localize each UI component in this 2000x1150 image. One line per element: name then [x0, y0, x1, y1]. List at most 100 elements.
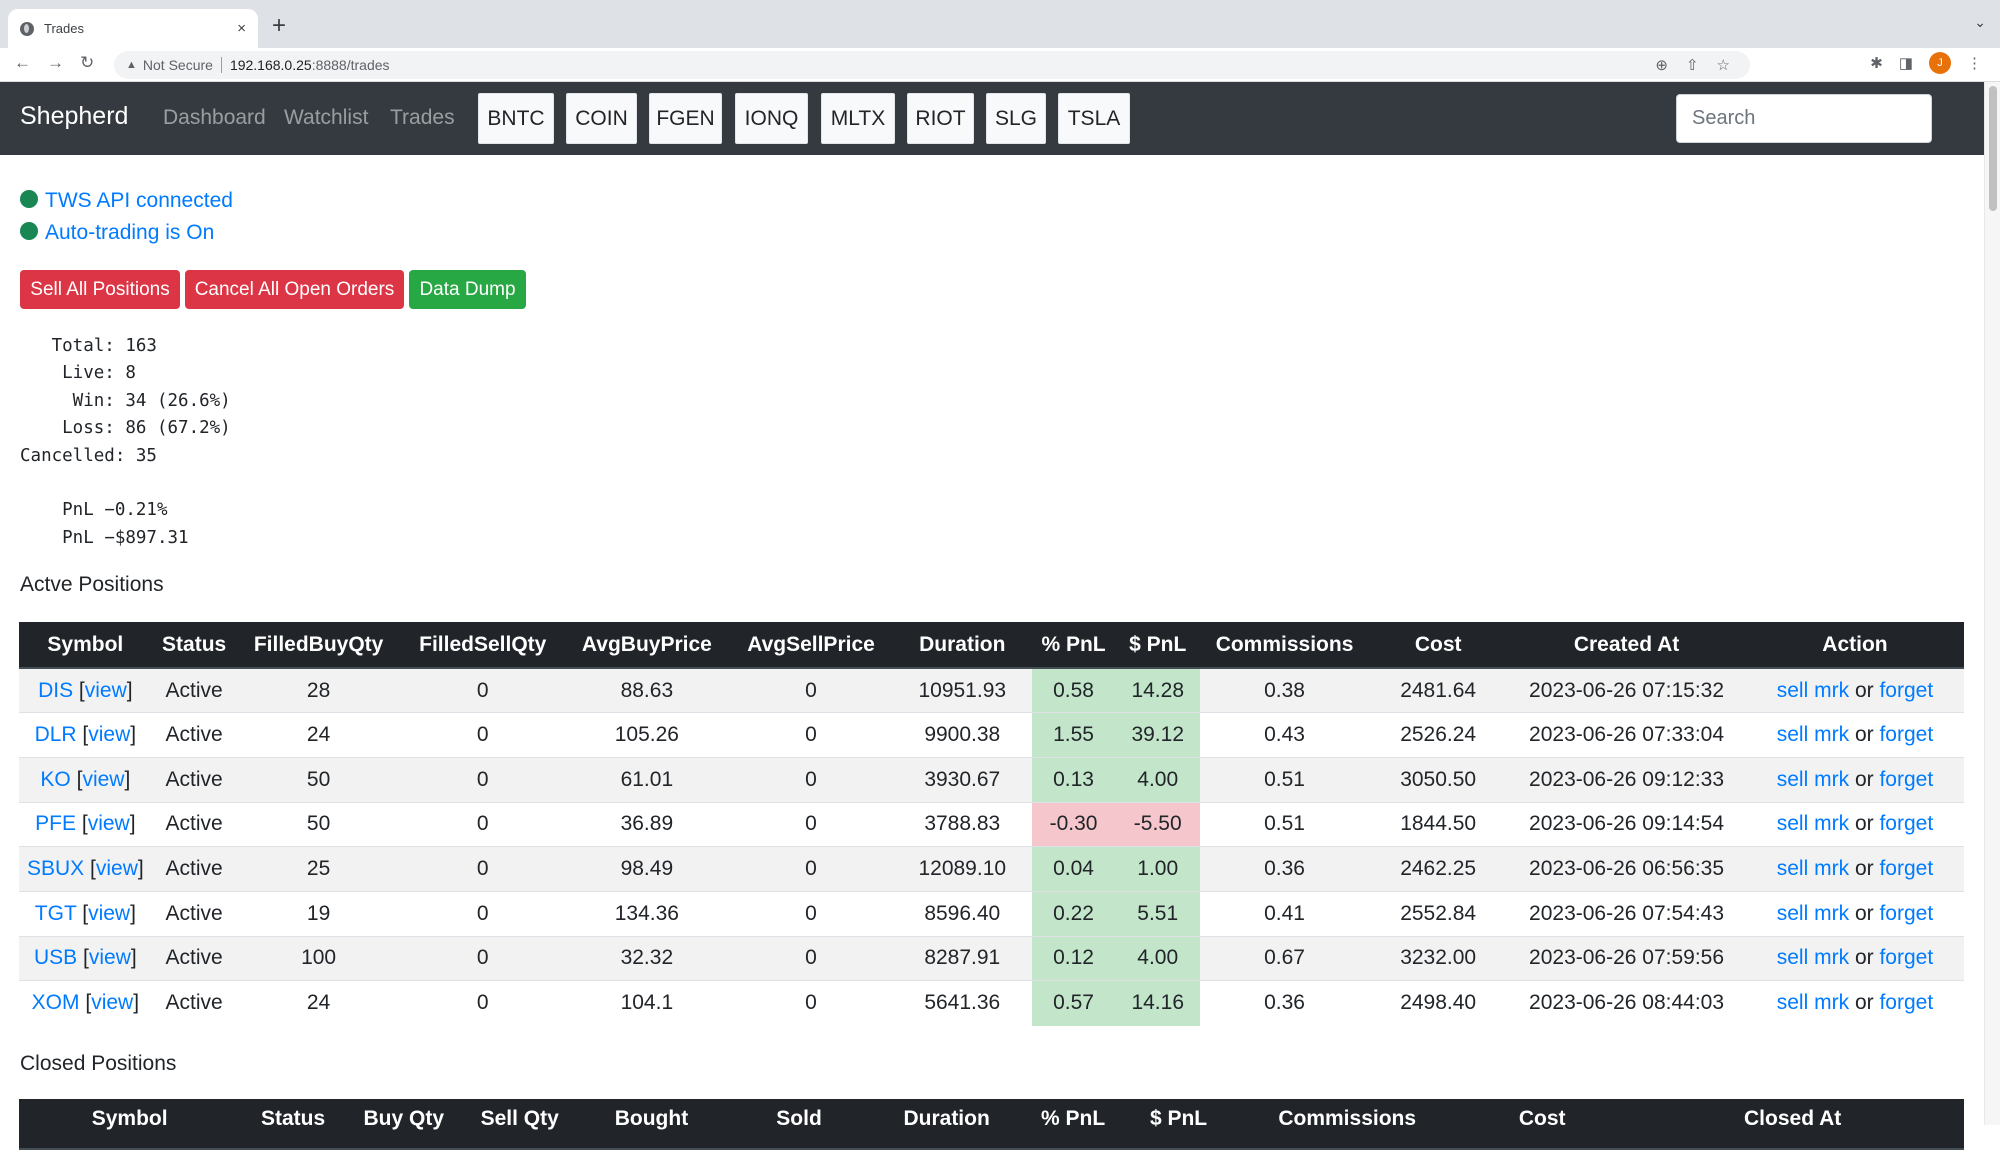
- symbol-link[interactable]: USB: [34, 946, 77, 969]
- search-input[interactable]: [1676, 94, 1932, 143]
- column-header: Duration: [893, 622, 1032, 669]
- forget-link[interactable]: forget: [1879, 723, 1933, 746]
- ticker-button[interactable]: SLG: [986, 93, 1046, 144]
- symbol-link[interactable]: PFE: [35, 812, 76, 835]
- symbol-link[interactable]: SBUX: [27, 857, 84, 880]
- filled-sell-qty-cell: 0: [400, 712, 565, 758]
- url-bar[interactable]: ▲ Not Secure 192.168.0.25 :8888/trades ⊕…: [114, 51, 1750, 79]
- or-text: or: [1854, 812, 1874, 836]
- back-icon[interactable]: ←: [14, 53, 31, 73]
- cancel-all-orders-button[interactable]: Cancel All Open Orders: [185, 270, 404, 309]
- view-link[interactable]: view: [88, 812, 130, 835]
- commissions-cell: 0.36: [1199, 980, 1370, 1026]
- tab-search-chevron-icon[interactable]: ⌄: [1974, 14, 1986, 31]
- active-positions-table: Symbol Status FilledBuyQty FilledSellQty Avg…: [19, 622, 1964, 1026]
- sell-market-link[interactable]: sell mrk: [1777, 723, 1849, 746]
- reload-icon[interactable]: ↻: [80, 53, 94, 73]
- avg-buy-price-cell: 61.01: [564, 756, 729, 803]
- ticker-button[interactable]: RIOT: [907, 93, 974, 144]
- zoom-icon[interactable]: ⊕: [1655, 56, 1668, 74]
- ticker-button[interactable]: BNTC: [478, 93, 554, 144]
- sell-market-link[interactable]: sell mrk: [1777, 991, 1849, 1014]
- scrollbar-thumb[interactable]: [1989, 86, 1997, 211]
- column-header: Closed At: [1621, 1099, 1964, 1150]
- extensions-icon[interactable]: ✱: [1870, 54, 1883, 72]
- bookmark-star-icon[interactable]: ☆: [1717, 56, 1730, 74]
- app-navbar: Shepherd Dashboard Watchlist Trades BNTC…: [0, 82, 1984, 155]
- filled-buy-qty-cell: 19: [236, 890, 401, 937]
- data-dump-button[interactable]: Data Dump: [409, 270, 526, 309]
- forget-link[interactable]: forget: [1879, 679, 1933, 702]
- filled-sell-qty-cell: 0: [400, 890, 565, 937]
- avg-sell-price-cell: 0: [728, 980, 894, 1026]
- column-header: Buy Qty: [345, 1099, 462, 1150]
- symbol-link[interactable]: DIS: [38, 679, 73, 702]
- forget-link[interactable]: forget: [1879, 812, 1933, 835]
- security-label[interactable]: Not Secure: [143, 57, 213, 73]
- forget-link[interactable]: forget: [1879, 902, 1933, 925]
- autotrading-status[interactable]: Auto-trading is On: [20, 221, 214, 245]
- share-icon[interactable]: ⇧: [1686, 56, 1699, 74]
- view-link[interactable]: view: [82, 768, 124, 791]
- sell-market-link[interactable]: sell mrk: [1777, 812, 1849, 835]
- nav-link-dashboard[interactable]: Dashboard: [163, 106, 266, 130]
- action-cell: sell mrk or forget: [1745, 756, 1964, 803]
- table-row: DLR [view] Active 24 0 105.26 0 9900.38 1.55 39.…: [19, 712, 1964, 758]
- symbol-link[interactable]: XOM: [32, 991, 80, 1014]
- nav-link-trades[interactable]: Trades: [390, 106, 455, 130]
- view-link[interactable]: view: [88, 723, 130, 746]
- sell-all-positions-button[interactable]: Sell All Positions: [20, 270, 180, 309]
- page-scrollbar[interactable]: [1984, 82, 2000, 1125]
- tws-api-status[interactable]: TWS API connected: [20, 189, 233, 213]
- column-header: FilledBuyQty: [236, 622, 401, 669]
- browser-menu-icon[interactable]: ⋮: [1967, 54, 1982, 72]
- sell-market-link[interactable]: sell mrk: [1777, 679, 1849, 702]
- forget-link[interactable]: forget: [1879, 768, 1933, 791]
- ticker-button[interactable]: IONQ: [735, 93, 808, 144]
- view-link[interactable]: view: [88, 902, 130, 925]
- symbol-cell: XOM [view]: [19, 980, 152, 1026]
- browser-tab[interactable]: Trades ×: [8, 9, 258, 48]
- symbol-link[interactable]: KO: [40, 768, 70, 791]
- view-link[interactable]: view: [91, 991, 133, 1014]
- sell-market-link[interactable]: sell mrk: [1777, 857, 1849, 880]
- filled-buy-qty-cell: 50: [236, 801, 401, 847]
- symbol-cell: KO [view]: [19, 756, 152, 803]
- forget-link[interactable]: forget: [1879, 857, 1933, 880]
- stat-loss: Loss: 86 (67.2%): [20, 418, 231, 439]
- duration-cell: 9900.38: [893, 712, 1032, 758]
- autotrading-status-label: Auto-trading is On: [45, 221, 215, 244]
- forget-link[interactable]: forget: [1879, 946, 1933, 969]
- avg-sell-price-cell: 0: [728, 712, 894, 758]
- view-link[interactable]: view: [96, 857, 138, 880]
- profile-avatar[interactable]: J: [1929, 52, 1951, 74]
- created-at-cell: 2023-06-26 07:59:56: [1507, 935, 1746, 981]
- view-link[interactable]: view: [89, 946, 131, 969]
- side-panel-icon[interactable]: ◨: [1899, 54, 1913, 72]
- ticker-button[interactable]: FGEN: [649, 93, 722, 144]
- status-cell: Active: [151, 890, 237, 937]
- avg-buy-price-cell: 88.63: [564, 667, 729, 713]
- pnl-dollar-cell: 4.00: [1115, 756, 1200, 803]
- close-tab-icon[interactable]: ×: [237, 20, 246, 37]
- ticker-button[interactable]: COIN: [566, 93, 637, 144]
- status-cell: Active: [151, 756, 237, 803]
- nav-link-watchlist[interactable]: Watchlist: [284, 106, 368, 130]
- symbol-link[interactable]: TGT: [35, 902, 77, 925]
- ticker-button[interactable]: MLTX: [821, 93, 895, 144]
- sell-market-link[interactable]: sell mrk: [1777, 902, 1849, 925]
- view-link[interactable]: view: [85, 679, 127, 702]
- filled-sell-qty-cell: 0: [400, 846, 565, 892]
- forget-link[interactable]: forget: [1879, 991, 1933, 1014]
- symbol-link[interactable]: DLR: [35, 723, 77, 746]
- pnl-percent-cell: 0.12: [1031, 935, 1116, 981]
- sell-market-link[interactable]: sell mrk: [1777, 768, 1849, 791]
- ticker-button[interactable]: TSLA: [1058, 93, 1130, 144]
- duration-cell: 8287.91: [893, 935, 1032, 981]
- forward-icon[interactable]: →: [47, 53, 64, 73]
- brand-logo[interactable]: Shepherd: [20, 102, 128, 131]
- sell-market-link[interactable]: sell mrk: [1777, 946, 1849, 969]
- new-tab-button[interactable]: +: [272, 12, 286, 40]
- duration-cell: 8596.40: [893, 890, 1032, 937]
- pnl-dollar-cell: 4.00: [1115, 935, 1200, 981]
